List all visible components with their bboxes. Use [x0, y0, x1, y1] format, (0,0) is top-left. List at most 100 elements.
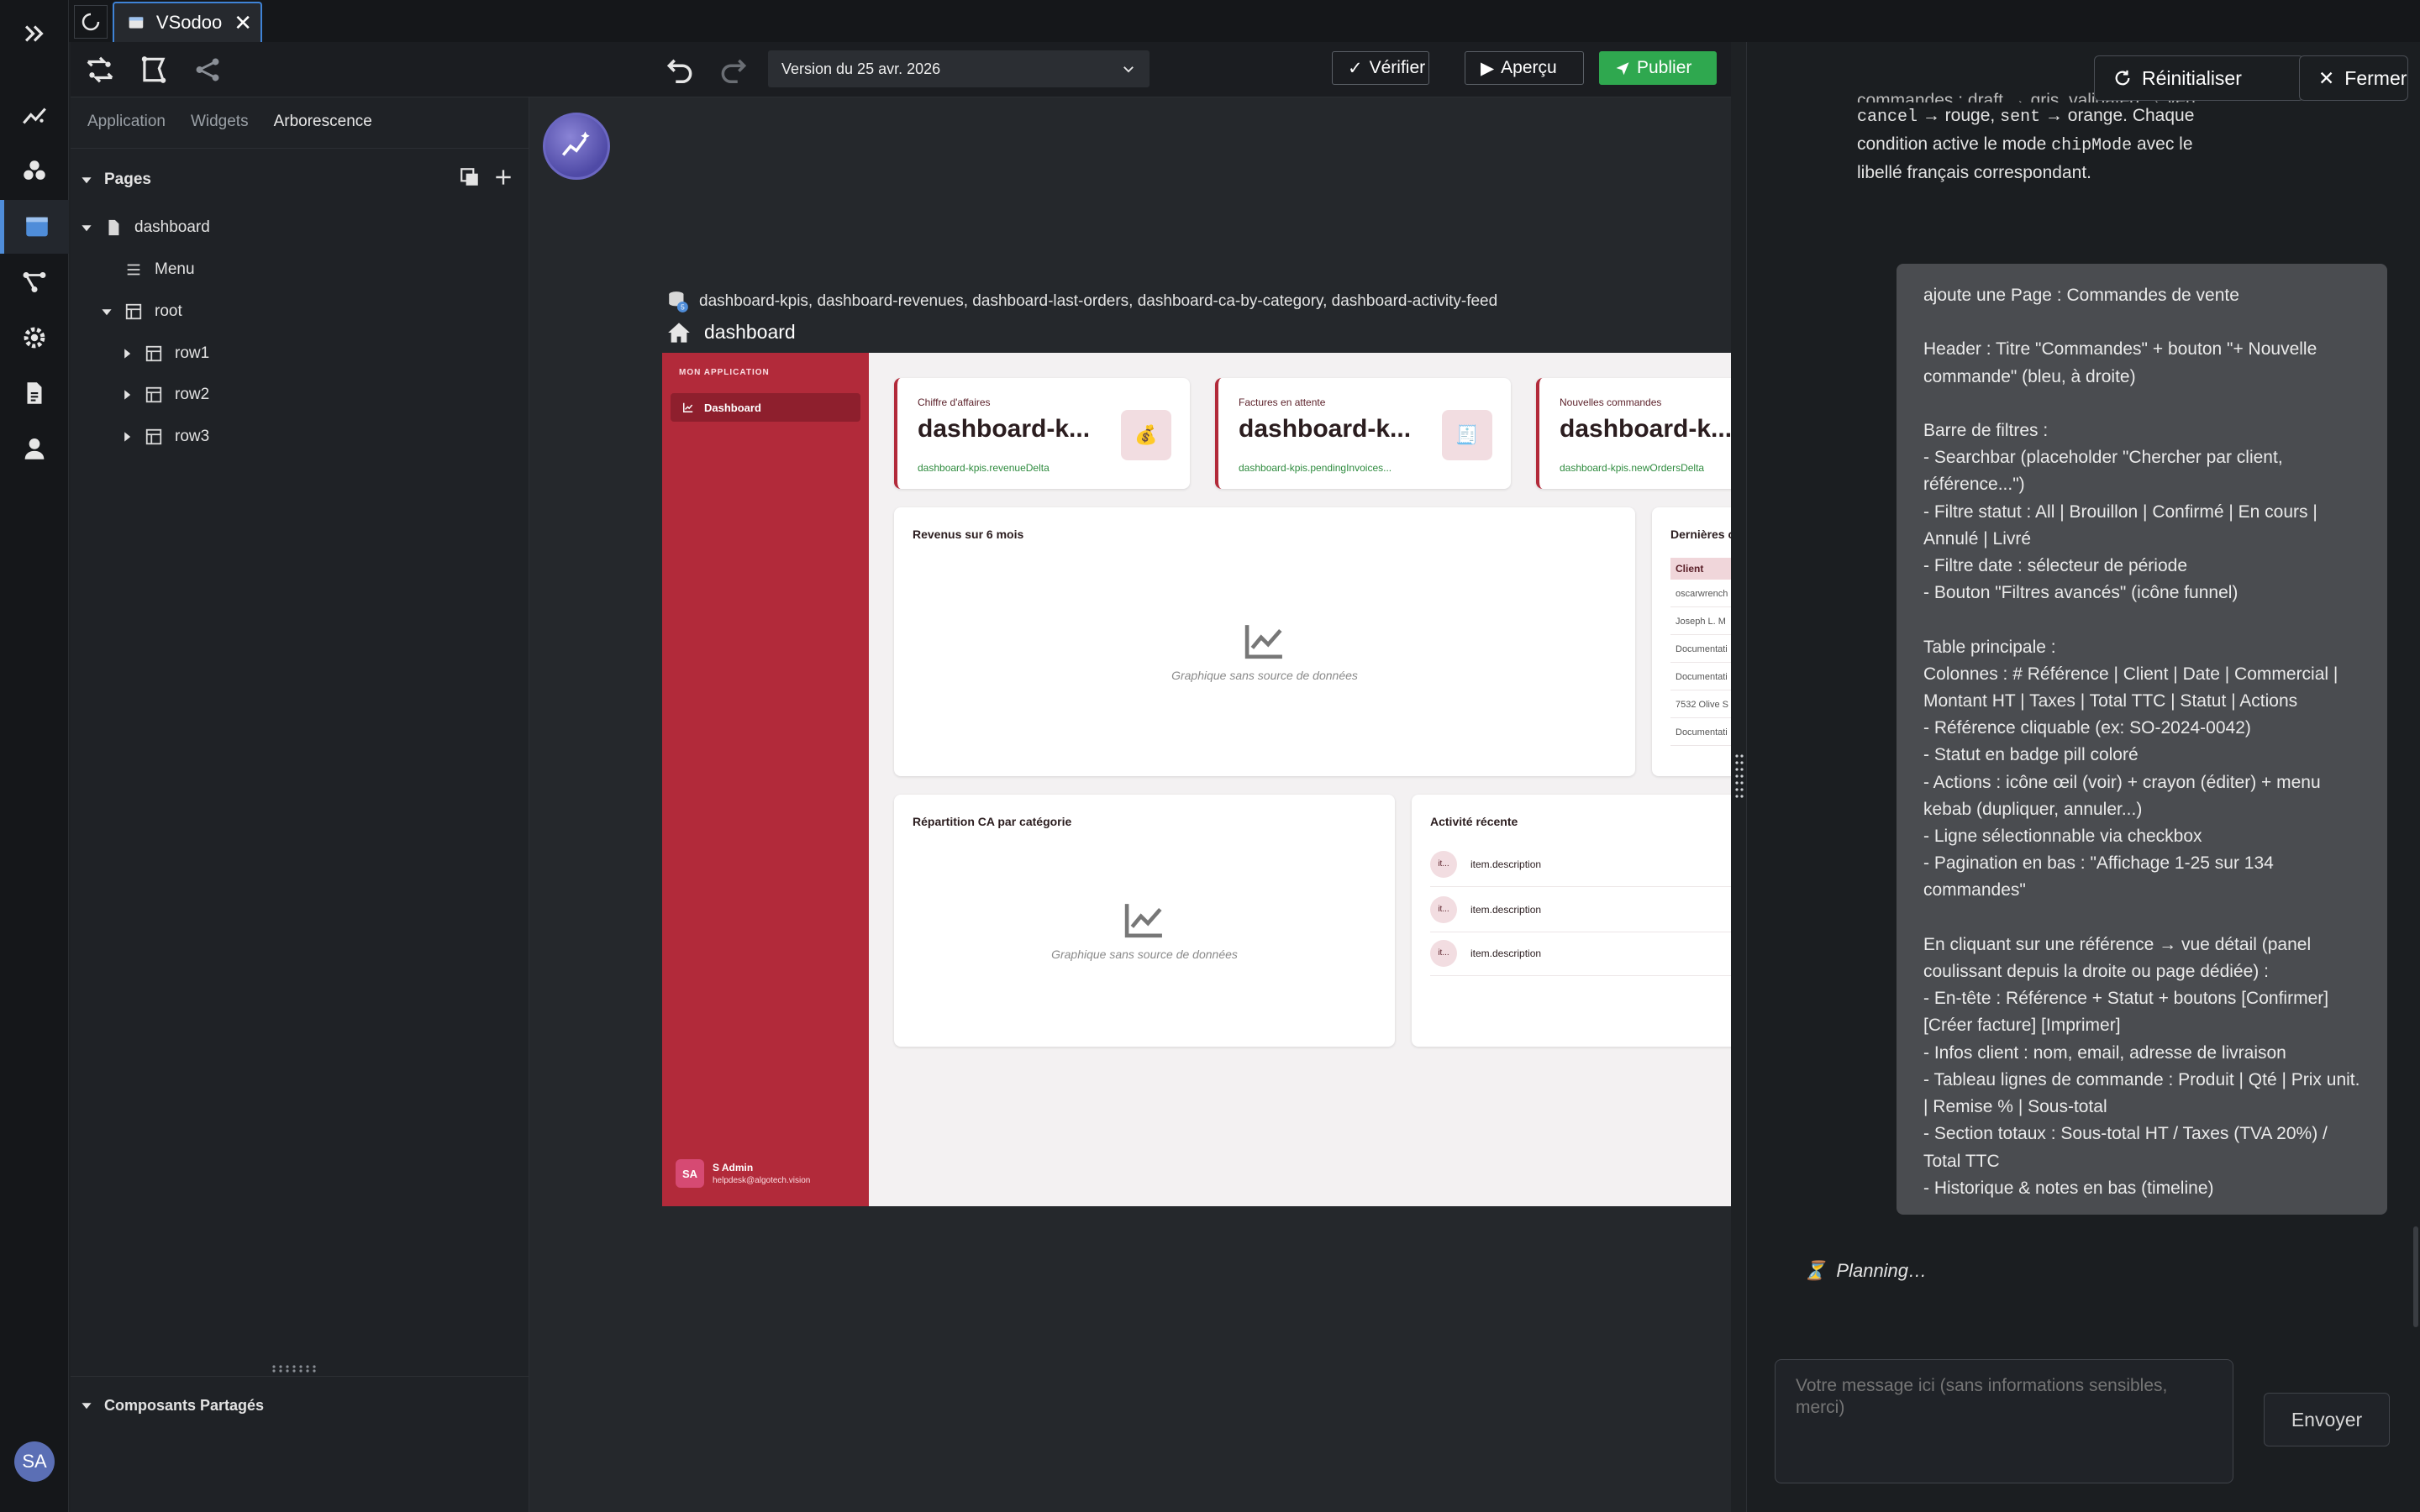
close-tab-icon[interactable]: ✕	[234, 10, 252, 36]
shared-components-header[interactable]: Composants Partagés	[81, 1389, 264, 1422]
redo-icon[interactable]	[718, 54, 750, 86]
table-row[interactable]: oscarwrench	[1670, 580, 1731, 607]
card-title: Revenus sur 6 mois	[913, 528, 1024, 541]
table-header: Client	[1670, 558, 1731, 580]
table-row[interactable]: 7532 Olive S	[1670, 690, 1731, 718]
list-item[interactable]: it... item.description	[1430, 887, 1731, 932]
kpi-value: dashboard-k...	[1239, 415, 1412, 443]
last-orders-card[interactable]: Dernières c Client oscarwrench Joseph L.…	[1652, 507, 1731, 776]
container-icon	[145, 428, 162, 445]
tree-item-menu[interactable]: Menu	[124, 253, 195, 286]
empty-chart-placeholder: Graphique sans source de données	[1026, 900, 1263, 961]
publish-button[interactable]: Publier	[1599, 51, 1717, 85]
user-admin-icon[interactable]	[0, 422, 69, 475]
card-title: Activité récente	[1430, 815, 1518, 828]
pages-section-header[interactable]: Pages	[81, 163, 151, 197]
category-chart-card[interactable]: Répartition CA par catégorie Graphique s…	[894, 795, 1395, 1047]
app-nav-dashboard[interactable]: Dashboard	[671, 393, 860, 422]
document-icon[interactable]	[0, 366, 69, 420]
kpi-card-new-orders[interactable]: Nouvelles commandes dashboard-k... dashb…	[1536, 378, 1731, 489]
kpi-label: Chiffre d'affaires	[918, 396, 991, 408]
preview-button[interactable]: ▶ Aperçu	[1465, 51, 1584, 85]
list-item[interactable]: it... item.description	[1430, 842, 1731, 887]
close-label: Fermer	[2344, 66, 2407, 89]
table-row[interactable]: Joseph L. M	[1670, 607, 1731, 635]
tree-label: root	[155, 302, 182, 320]
divider	[71, 1376, 529, 1377]
kpi-card-pending-invoices[interactable]: Factures en attente dashboard-k... dashb…	[1215, 378, 1511, 489]
send-button[interactable]: Envoyer	[2264, 1393, 2390, 1446]
container-icon	[145, 386, 162, 403]
sparkle-chart-icon	[561, 131, 590, 156]
tab-vsodoo[interactable]: VSodoo ✕	[113, 2, 262, 42]
tree-item-dashboard[interactable]: dashboard	[81, 211, 210, 244]
tree-item-row2[interactable]: row2	[121, 378, 209, 412]
revenue-chart-card[interactable]: Revenus sur 6 mois Graphique sans source…	[894, 507, 1635, 776]
verify-button[interactable]: ✓ Vérifier	[1332, 51, 1429, 85]
version-select[interactable]: Version du 25 avr. 2026	[768, 50, 1150, 87]
pages-label: Pages	[104, 171, 151, 188]
close-icon: ✕	[2318, 66, 2335, 89]
loading-spinner-icon	[74, 5, 108, 39]
workflow-icon[interactable]	[0, 255, 69, 309]
app-editor-icon[interactable]	[0, 200, 69, 254]
orders-table: Client oscarwrench Joseph L. M Documenta…	[1670, 558, 1731, 746]
version-label: Version du 25 avr. 2026	[781, 60, 941, 77]
tab-application[interactable]: Application	[87, 113, 166, 138]
chart-line-icon	[1124, 904, 1162, 938]
tab-arborescence[interactable]: Arborescence	[274, 113, 372, 138]
chat-message-input[interactable]	[1775, 1359, 2233, 1483]
select-shape-icon[interactable]	[138, 54, 170, 86]
app-preview[interactable]: MON APPLICATION Dashboard SA S Admin hel…	[662, 353, 1731, 1206]
data-flow-icon[interactable]	[84, 54, 116, 86]
nav-label: Dashboard	[704, 401, 761, 414]
activity-feed-card[interactable]: Activité récente it... item.description …	[1412, 795, 1731, 1047]
datasource-list: 5 dashboard-kpis, dashboard-revenues, da…	[667, 290, 1497, 313]
share-icon[interactable]	[192, 54, 224, 86]
tree-label: row3	[175, 428, 210, 445]
analytics-icon[interactable]	[0, 89, 69, 143]
activity-avatar: it...	[1430, 895, 1457, 923]
nav-rail: SA	[0, 0, 69, 1512]
activity-avatar: it...	[1430, 939, 1457, 967]
empty-chart-placeholder: Graphique sans source de données	[1146, 622, 1383, 682]
table-row[interactable]: Documentati	[1670, 635, 1731, 663]
reset-label: Réinitialiser	[2142, 66, 2242, 89]
table-row[interactable]: Documentati	[1670, 663, 1731, 690]
undo-icon[interactable]	[664, 54, 696, 86]
caret-right-icon	[124, 349, 131, 359]
expand-icon[interactable]	[0, 7, 69, 60]
tree-item-row3[interactable]: row3	[121, 420, 209, 454]
card-title: Répartition CA par catégorie	[913, 815, 1072, 828]
receipt-icon: 🧾	[1442, 410, 1492, 460]
tab-widgets[interactable]: Widgets	[191, 113, 249, 138]
activity-text: item.description	[1470, 903, 1542, 916]
ai-assistant-button[interactable]	[543, 113, 610, 180]
panel-splitter-handle[interactable]	[271, 1364, 321, 1373]
list-item[interactable]: it... item.description	[1430, 931, 1731, 976]
code-token: sent	[2000, 108, 2041, 127]
send-icon	[1616, 62, 1629, 76]
tree-label: Menu	[155, 260, 195, 278]
tree-item-row1[interactable]: row1	[121, 337, 209, 370]
planning-text: Planning…	[1836, 1260, 1928, 1281]
chevron-down-icon	[1123, 66, 1134, 73]
check-icon: ✓	[1348, 58, 1363, 78]
user-email: helpdesk@algotech.vision	[713, 1176, 811, 1185]
settings-icon[interactable]	[0, 311, 69, 365]
chat-scrollbar[interactable]	[2413, 1226, 2418, 1327]
resize-handle[interactable]	[1734, 753, 1744, 800]
app-user-card[interactable]: SA S Admin helpdesk@algotech.vision	[676, 1159, 810, 1188]
kpi-card-revenue[interactable]: Chiffre d'affaires dashboard-k... dashbo…	[894, 378, 1190, 489]
table-row[interactable]: Documentati	[1670, 718, 1731, 746]
components-icon[interactable]	[0, 144, 69, 198]
reset-button[interactable]: Réinitialiser	[2094, 55, 2304, 101]
kpi-delta: dashboard-kpis.pendingInvoices...	[1239, 462, 1392, 474]
close-button[interactable]: ✕ Fermer	[2299, 55, 2408, 101]
verify-label: Vérifier	[1369, 58, 1426, 77]
user-avatar[interactable]: SA	[14, 1441, 55, 1482]
page-name: dashboard	[704, 321, 796, 343]
add-page-icon[interactable]	[492, 166, 514, 188]
duplicate-icon[interactable]	[459, 166, 481, 188]
tree-item-root[interactable]: root	[101, 295, 182, 328]
